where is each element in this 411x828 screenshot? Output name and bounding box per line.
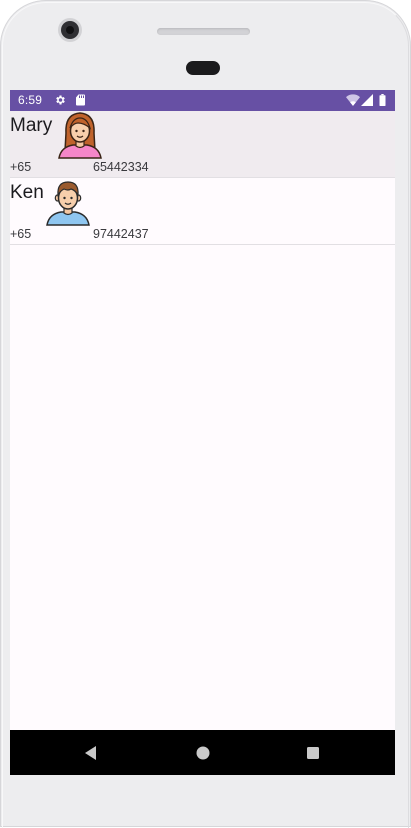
earpiece-speaker <box>157 28 250 35</box>
home-icon[interactable] <box>192 742 214 764</box>
contact-list: Mary +65 65442334 Ken +65 97442437 <box>10 111 395 245</box>
phone-screen: 6:59 Mary +65 65442334 Ken +65 97442437 <box>10 90 395 775</box>
sd-card-icon <box>75 94 86 109</box>
navigation-bar <box>10 730 395 775</box>
phone-number: 97442437 <box>93 227 149 241</box>
status-time: 6:59 <box>18 93 43 107</box>
phone-number: 65442334 <box>93 160 149 174</box>
device-frame: 6:59 Mary +65 65442334 Ken +65 97442437 <box>0 0 411 828</box>
back-icon[interactable] <box>80 742 102 764</box>
country-code: +65 <box>10 160 32 174</box>
contact-row-ken[interactable]: Ken +65 97442437 <box>10 178 395 245</box>
man-avatar-icon <box>44 178 92 226</box>
status-bar: 6:59 <box>10 90 395 111</box>
recents-icon[interactable] <box>302 742 324 764</box>
wifi-icon <box>346 94 360 109</box>
gear-icon <box>54 94 66 109</box>
proximity-sensor <box>186 61 220 75</box>
woman-avatar-icon <box>56 111 104 159</box>
contact-row-mary[interactable]: Mary +65 65442334 <box>10 111 395 178</box>
country-code: +65 <box>10 227 32 241</box>
battery-icon <box>379 94 386 109</box>
front-camera <box>61 21 79 39</box>
contact-name: Mary <box>10 115 53 136</box>
signal-icon <box>361 94 373 109</box>
contact-name: Ken <box>10 182 44 203</box>
